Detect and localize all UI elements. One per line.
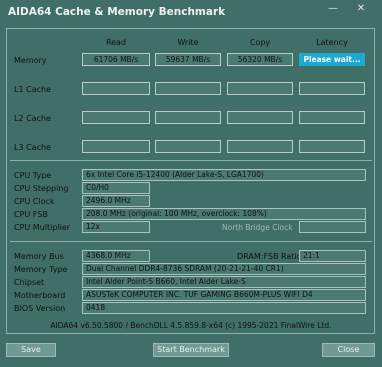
column-write: Write xyxy=(177,38,199,47)
memory-read-value: 61706 MB/s xyxy=(82,53,150,66)
chipset-value: Intel Alder Point-S B660, Intel Alder La… xyxy=(82,276,366,288)
memory-bus-label: Memory Bus xyxy=(14,252,64,261)
column-read: Read xyxy=(105,38,127,47)
motherboard-value: ASUSTeK COMPUTER INC. TUF GAMING B660M-P… xyxy=(82,289,366,301)
l3-latency-value xyxy=(299,140,365,153)
dram-fsb-ratio-label: DRAM:FSB Ratio xyxy=(237,252,302,261)
l2-copy-value xyxy=(227,111,293,124)
north-bridge-clock-label: North Bridge Clock xyxy=(222,223,293,232)
memory-type-label: Memory Type xyxy=(14,265,68,274)
cpu-clock-label: CPU Clock xyxy=(14,197,55,206)
l1-cache-label: L1 Cache xyxy=(14,85,51,94)
l3-read-value xyxy=(82,140,150,153)
l3-cache-label: L3 Cache xyxy=(14,143,51,152)
l2-write-value xyxy=(155,111,221,124)
save-button[interactable]: Save xyxy=(6,343,56,357)
minimize-icon[interactable]: — xyxy=(325,2,341,16)
memory-write-value: 59637 MB/s xyxy=(155,53,221,66)
close-button[interactable]: Close xyxy=(322,343,375,357)
cpu-multiplier-value: 12x xyxy=(82,221,150,233)
l2-latency-value xyxy=(299,111,365,124)
motherboard-label: Motherboard xyxy=(14,291,66,300)
divider xyxy=(10,241,372,242)
chipset-label: Chipset xyxy=(14,278,45,287)
window-title: AIDA64 Cache & Memory Benchmark xyxy=(8,6,226,18)
cpu-fsb-value: 208.0 MHz (original: 100 MHz, overclock:… xyxy=(82,208,366,220)
start-benchmark-button[interactable]: Start Benchmark xyxy=(153,343,229,357)
l3-copy-value xyxy=(227,140,293,153)
l2-read-value xyxy=(82,111,150,124)
memory-type-value: Dual Channel DDR4-8736 SDRAM (20-21-21-4… xyxy=(82,263,366,275)
column-copy: Copy xyxy=(249,38,271,47)
l2-cache-label: L2 Cache xyxy=(14,114,51,123)
column-latency: Latency xyxy=(316,38,348,47)
memory-row-label: Memory xyxy=(14,56,47,65)
cpu-stepping-label: CPU Stepping xyxy=(14,184,69,193)
memory-copy-value: 56320 MB/s xyxy=(227,53,293,66)
l1-copy-value xyxy=(227,82,293,95)
cpu-type-value: 6x Intel Core i5-12400 (Alder Lake-S, LG… xyxy=(82,169,366,181)
l1-read-value xyxy=(82,82,150,95)
cpu-multiplier-label: CPU Multiplier xyxy=(14,223,71,232)
version-footer: AIDA64 v6.50.5800 / BenchDLL 4.5.859.8-x… xyxy=(50,321,332,330)
memory-bus-value: 4368.0 MHz xyxy=(82,250,150,262)
l3-write-value xyxy=(155,140,221,153)
cpu-stepping-value: C0/H0 xyxy=(82,182,150,194)
dram-fsb-ratio-value: 21:1 xyxy=(299,250,366,262)
cpu-type-label: CPU Type xyxy=(14,171,52,180)
bios-version-label: BIOS Version xyxy=(14,304,66,313)
l1-write-value xyxy=(155,82,221,95)
l1-latency-value xyxy=(299,82,365,95)
cpu-clock-value: 2496.0 MHz xyxy=(82,195,150,207)
cpu-fsb-label: CPU FSB xyxy=(14,210,48,219)
memory-latency-value: Please wait... xyxy=(299,53,365,66)
north-bridge-clock-value xyxy=(299,221,366,233)
close-icon[interactable]: ✕ xyxy=(353,2,369,16)
divider xyxy=(10,160,372,161)
bios-version-value: 0418 xyxy=(82,302,366,314)
